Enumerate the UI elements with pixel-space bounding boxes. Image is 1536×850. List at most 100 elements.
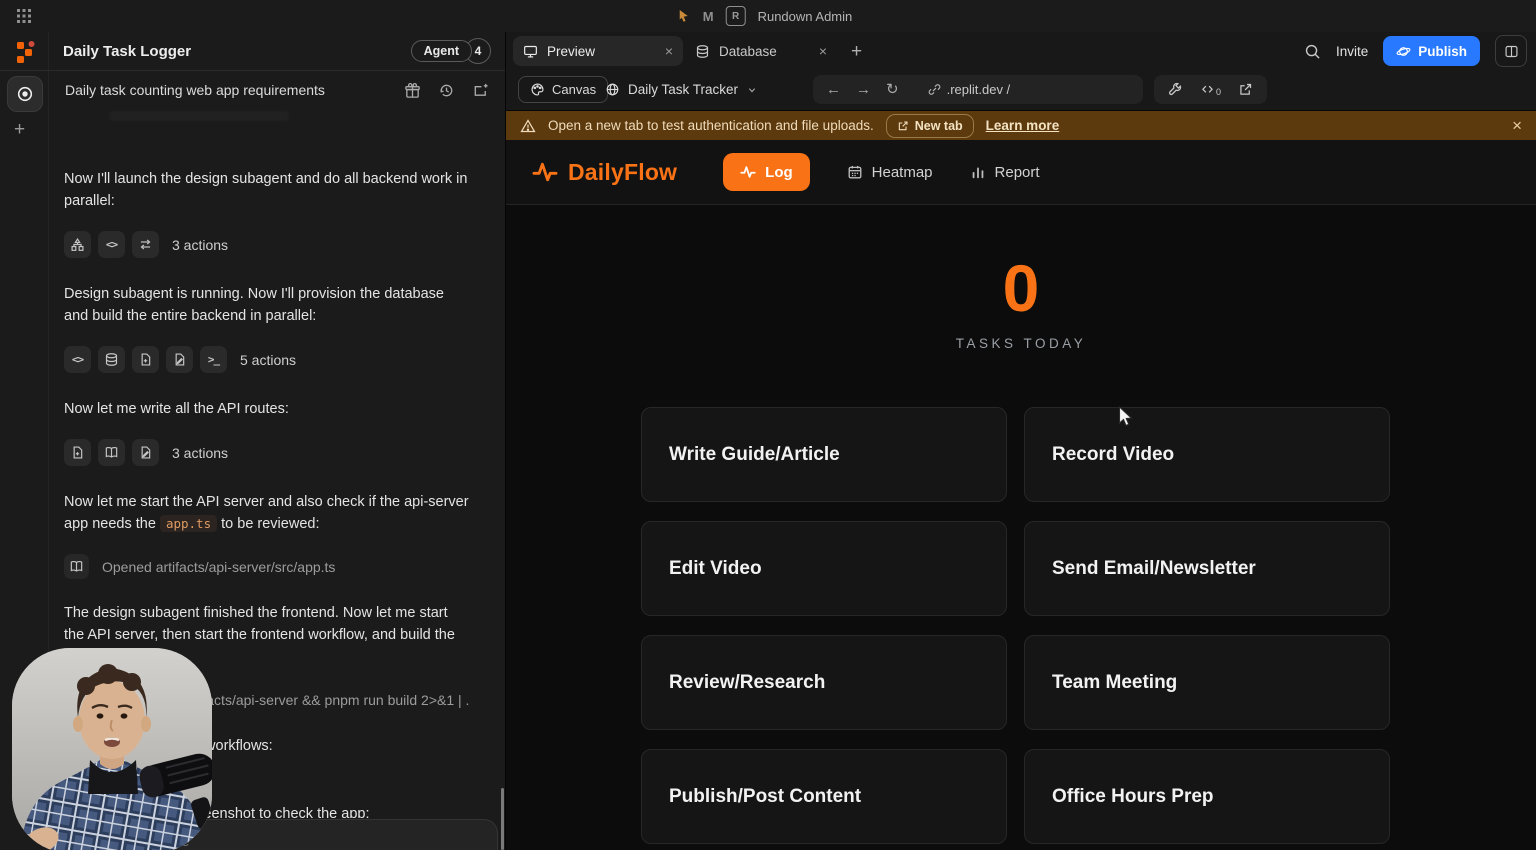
header-actions: Invite Publish bbox=[1304, 36, 1527, 66]
search-icon[interactable] bbox=[1304, 43, 1321, 60]
agent-badges: Agent 4 bbox=[411, 38, 491, 64]
book-open-icon bbox=[104, 445, 119, 460]
banner-text: Open a new tab to test authentication an… bbox=[548, 118, 874, 133]
close-icon[interactable]: × bbox=[665, 43, 673, 59]
banner-close-icon[interactable]: × bbox=[1512, 117, 1522, 134]
link-icon bbox=[928, 83, 941, 96]
open-external-icon[interactable] bbox=[1238, 82, 1253, 97]
file-edit-icon bbox=[138, 445, 153, 460]
task-button-office-hours[interactable]: Office Hours Prep bbox=[1024, 749, 1390, 844]
task-button-edit-video[interactable]: Edit Video bbox=[641, 521, 1007, 616]
action-group[interactable]: <> 3 actions bbox=[64, 231, 469, 258]
tab-preview[interactable]: Preview × bbox=[513, 36, 683, 66]
forward-button[interactable]: → bbox=[856, 82, 871, 97]
task-button-publish-content[interactable]: Publish/Post Content bbox=[641, 749, 1007, 844]
file-edit-icon bbox=[172, 352, 187, 367]
scrolled-content-ghost bbox=[109, 111, 289, 121]
code-token[interactable]: app.ts bbox=[160, 515, 217, 532]
task-button-send-email[interactable]: Send Email/Newsletter bbox=[1024, 521, 1390, 616]
url-text: .replit.dev / bbox=[947, 82, 1011, 97]
agent-session-button[interactable] bbox=[7, 76, 43, 112]
record-icon bbox=[16, 85, 34, 103]
tab-label: Preview bbox=[547, 44, 595, 59]
agent-message: Now let me write all the API routes: bbox=[64, 398, 469, 420]
invite-button[interactable]: Invite bbox=[1336, 44, 1368, 59]
task-count-value: 0 bbox=[506, 255, 1536, 321]
gift-icon[interactable] bbox=[404, 82, 421, 99]
webcam-overlay bbox=[12, 648, 212, 850]
external-link-icon bbox=[897, 120, 909, 132]
monitor-icon bbox=[523, 44, 538, 59]
database-icon bbox=[695, 44, 710, 59]
devtools-count: 0 bbox=[1216, 88, 1221, 97]
history-icon[interactable] bbox=[438, 82, 455, 99]
wrench-icon[interactable] bbox=[1168, 82, 1183, 97]
close-icon[interactable]: × bbox=[819, 43, 827, 59]
book-open-icon bbox=[69, 559, 84, 574]
dailyflow-nav: Log Heatmap Report bbox=[723, 153, 1039, 191]
tab-database[interactable]: Database × bbox=[685, 36, 837, 66]
nav-heatmap-label: Heatmap bbox=[872, 164, 933, 181]
action-group[interactable]: <> >_ 5 actions bbox=[64, 346, 469, 373]
globe-icon bbox=[605, 82, 620, 97]
file-plus-icon bbox=[138, 352, 153, 367]
nav-log-label: Log bbox=[765, 164, 793, 181]
window-titlebar: M R Rundown Admin bbox=[0, 0, 1536, 32]
project-title: Daily Task Logger bbox=[63, 43, 191, 60]
workflow-icon bbox=[138, 237, 153, 252]
task-count-label: TASKS TODAY bbox=[506, 336, 1536, 351]
workspace: Preview × Database × + Invite Publish bbox=[506, 32, 1536, 850]
app-menu-label: Daily Task Tracker bbox=[628, 82, 738, 97]
terminal-icon: >_ bbox=[200, 346, 227, 373]
presenter-video bbox=[12, 648, 212, 850]
tab-label: Database bbox=[719, 44, 777, 59]
nav-log-button[interactable]: Log bbox=[723, 153, 810, 191]
back-button[interactable]: ← bbox=[826, 82, 841, 97]
chevron-down-icon bbox=[746, 84, 758, 96]
learn-more-link[interactable]: Learn more bbox=[986, 118, 1060, 133]
app-launcher-icon[interactable] bbox=[16, 8, 32, 24]
publish-label: Publish bbox=[1418, 44, 1467, 59]
preview-frame: DailyFlow Log Heatmap Report bbox=[506, 140, 1536, 850]
task-button-team-meeting[interactable]: Team Meeting bbox=[1024, 635, 1390, 730]
gmail-icon: M bbox=[703, 9, 714, 24]
layout-toggle-button[interactable] bbox=[1495, 35, 1527, 67]
task-button-review-research[interactable]: Review/Research bbox=[641, 635, 1007, 730]
action-group[interactable]: 3 actions bbox=[64, 439, 469, 466]
dailyflow-brand[interactable]: DailyFlow bbox=[532, 159, 677, 186]
new-tab-button[interactable]: + bbox=[851, 42, 862, 61]
nav-heatmap-button[interactable]: Heatmap bbox=[847, 164, 933, 181]
new-session-button[interactable]: + bbox=[14, 120, 25, 139]
agent-panel-header: Daily Task Logger Agent 4 bbox=[49, 32, 505, 70]
new-thread-icon[interactable] bbox=[472, 82, 489, 99]
tab-strip: Preview × Database × + Invite Publish bbox=[506, 32, 1536, 70]
new-tab-action-button[interactable]: New tab bbox=[886, 114, 974, 138]
refresh-button[interactable]: ↻ bbox=[886, 82, 899, 97]
devtools-icon bbox=[1200, 82, 1215, 97]
task-button-write-guide[interactable]: Write Guide/Article bbox=[641, 407, 1007, 502]
url-field[interactable]: .replit.dev / bbox=[928, 82, 1011, 97]
agent-mode-badge[interactable]: Agent bbox=[411, 40, 472, 62]
header-divider bbox=[0, 70, 505, 71]
canvas-label: Canvas bbox=[552, 82, 596, 97]
canvas-button[interactable]: Canvas bbox=[518, 76, 608, 103]
task-button-record-video[interactable]: Record Video bbox=[1024, 407, 1390, 502]
file-plus-icon bbox=[70, 445, 85, 460]
replit-logo-icon[interactable] bbox=[13, 40, 37, 64]
nav-report-button[interactable]: Report bbox=[970, 164, 1040, 181]
auth-warning-banner: Open a new tab to test authentication an… bbox=[506, 111, 1536, 140]
dailyflow-header: DailyFlow Log Heatmap Report bbox=[506, 140, 1536, 205]
app-menu[interactable]: Daily Task Tracker bbox=[605, 76, 758, 103]
url-bar[interactable]: ← → ↻ .replit.dev / bbox=[813, 75, 1143, 104]
action-count: 3 actions bbox=[172, 445, 228, 461]
action-count: 5 actions bbox=[240, 352, 296, 368]
tool-call-row[interactable]: Opened artifacts/api-server/src/app.ts bbox=[64, 554, 469, 579]
publish-button[interactable]: Publish bbox=[1383, 36, 1480, 66]
calendar-icon bbox=[847, 164, 863, 180]
agent-message: Now I'll launch the design subagent and … bbox=[64, 168, 469, 212]
devtools-button[interactable]: 0 bbox=[1200, 82, 1221, 97]
pulse-icon bbox=[740, 164, 756, 180]
chat-scrollbar[interactable] bbox=[501, 788, 504, 850]
nav-report-label: Report bbox=[995, 164, 1040, 181]
agent-message: Now let me start the API server and also… bbox=[64, 491, 469, 535]
